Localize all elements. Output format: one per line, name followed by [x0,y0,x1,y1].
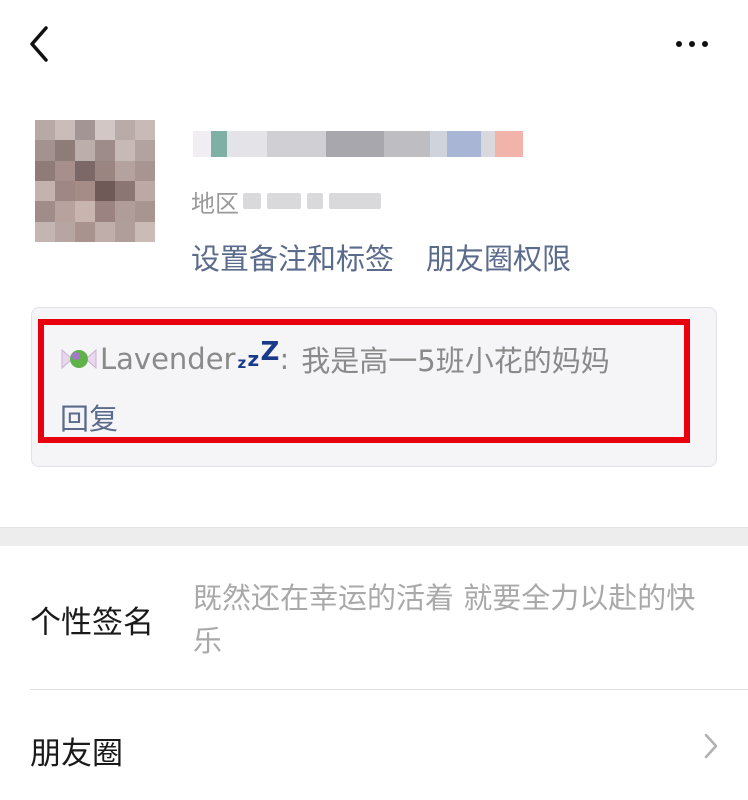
moments-label: 朋友圈 [30,736,123,772]
greeting-message: Lavender z z Z : 我是高一5班小花的妈妈 [60,337,610,380]
more-options-button[interactable] [676,32,720,56]
zzz-emoji: z z Z [235,337,280,378]
message-text: 我是高一5班小花的妈妈 [301,344,610,378]
candy-icon [61,348,97,370]
region-value-redacted [243,193,381,209]
profile-links: 设置备注和标签 朋友圈权限 [191,236,571,278]
moments-permission-link[interactable]: 朋友圈权限 [426,236,571,278]
chevron-right-icon [704,733,718,759]
more-dots-icon [676,41,682,47]
nickname-redacted [193,124,524,164]
region-label: 地区 [191,189,239,218]
chevron-left-icon [30,26,48,62]
zzz-small: z [237,354,247,372]
set-remark-tags-link[interactable]: 设置备注和标签 [191,236,394,278]
zzz-large: Z [260,337,280,367]
zzz-medium: z [247,347,260,371]
section-separator [0,527,748,546]
back-button[interactable] [24,22,56,66]
avatar[interactable] [35,120,155,242]
signature-label: 个性签名 [30,605,154,641]
sender-name: Lavender [100,342,236,376]
signature-value: 既然还在幸运的活着 就要全力以赴的快乐 [193,581,696,658]
region-row: 地区 [191,184,381,218]
message-separator: : [279,342,290,376]
reply-link[interactable]: 回复 [60,396,118,438]
moments-row[interactable]: 朋友圈 [0,690,748,800]
